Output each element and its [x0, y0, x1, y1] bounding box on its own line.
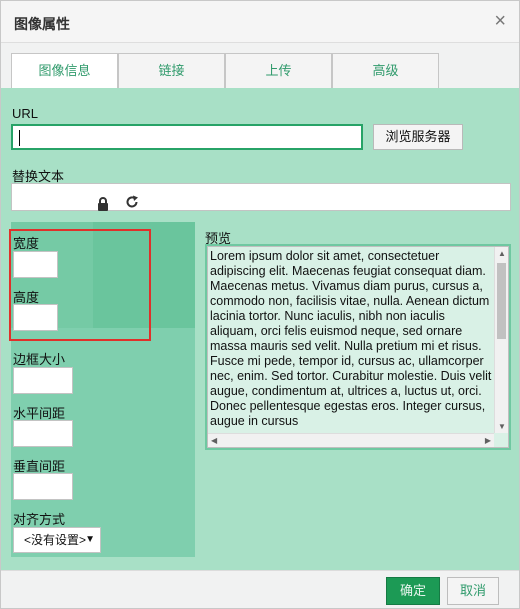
dialog-title: 图像属性: [14, 16, 70, 32]
border-input[interactable]: [13, 367, 73, 394]
dialog-footer: 确定 取消: [1, 570, 519, 608]
dropdown-arrow-icon: ▼: [85, 534, 95, 545]
preview-area[interactable]: Lorem ipsum dolor sit amet, consectetuer…: [207, 246, 509, 448]
hspace-input[interactable]: [13, 420, 73, 447]
tab-link[interactable]: 链接: [118, 53, 225, 88]
preview-text: Lorem ipsum dolor sit amet, consectetuer…: [210, 249, 492, 428]
tab-image-info[interactable]: 图像信息: [11, 53, 118, 89]
align-select[interactable]: <没有设置> ▼: [13, 527, 101, 553]
scroll-left-icon[interactable]: ◀: [211, 436, 217, 445]
scroll-up-icon[interactable]: ▲: [498, 249, 506, 258]
align-selected-value: <没有设置>: [24, 533, 87, 547]
cancel-button[interactable]: 取消: [447, 577, 499, 605]
scrollbar-thumb[interactable]: [497, 263, 506, 339]
alt-text-input[interactable]: [11, 183, 511, 211]
preview-container: Lorem ipsum dolor sit amet, consectetuer…: [205, 244, 511, 450]
tab-upload[interactable]: 上传: [225, 53, 332, 88]
ok-button[interactable]: 确定: [386, 577, 440, 605]
vertical-scrollbar[interactable]: ▲ ▼: [494, 247, 508, 433]
dimensions-highlight: [9, 229, 151, 341]
dialog-titlebar[interactable]: 图像属性 ×: [1, 1, 519, 43]
scroll-right-icon[interactable]: ▶: [485, 436, 491, 445]
lock-icon[interactable]: [97, 197, 109, 211]
vspace-input[interactable]: [13, 473, 73, 500]
text-caret: [19, 130, 20, 146]
url-input[interactable]: [11, 124, 363, 150]
align-label: 对齐方式: [13, 512, 66, 527]
browse-server-button[interactable]: 浏览服务器: [373, 124, 463, 150]
horizontal-scrollbar[interactable]: ◀ ▶: [208, 433, 494, 447]
preview-label: 预览: [205, 231, 232, 246]
scroll-down-icon[interactable]: ▼: [498, 422, 506, 431]
reset-size-icon[interactable]: [125, 195, 139, 209]
border-label: 边框大小: [13, 352, 66, 367]
close-icon[interactable]: ×: [494, 10, 506, 33]
url-label: URL: [12, 106, 39, 121]
tab-advanced[interactable]: 高级: [332, 53, 439, 88]
image-properties-dialog: 图像属性 × 图像信息 链接 上传 高级 URL 浏览服务器 替换文本 Lore…: [0, 0, 520, 609]
